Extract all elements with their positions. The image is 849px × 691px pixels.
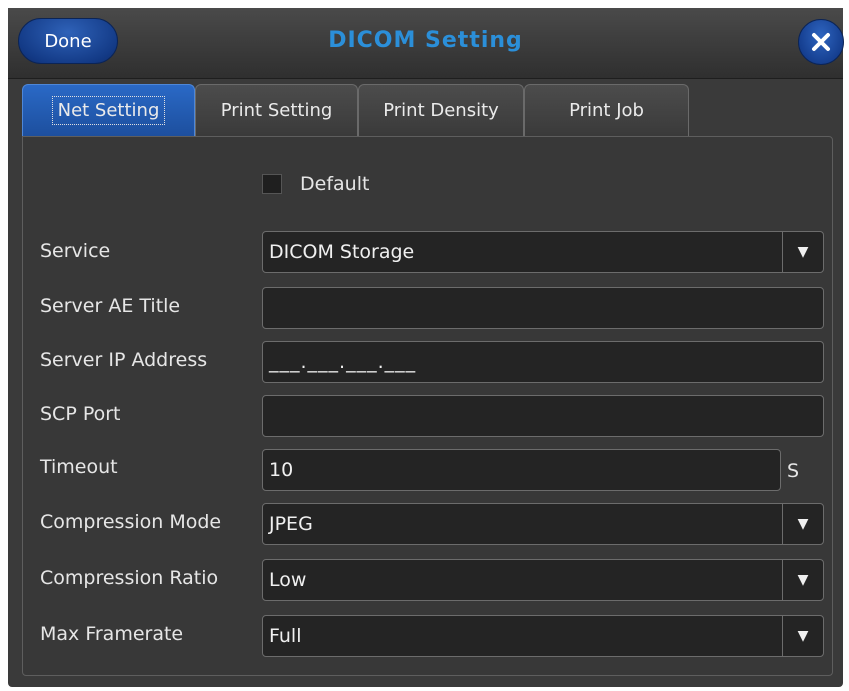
server-ip-input[interactable]: ___.___.___.___ (262, 341, 824, 383)
compression-mode-label: Compression Mode (40, 511, 222, 533)
service-select[interactable]: DICOM Storage ▼ (262, 231, 824, 273)
server-ip-label: Server IP Address (40, 349, 208, 371)
default-checkbox-row[interactable]: Default (262, 173, 369, 195)
chevron-down-icon[interactable]: ▼ (782, 504, 823, 544)
server-ae-title-label: Server AE Title (40, 295, 181, 317)
chevron-down-icon[interactable]: ▼ (782, 616, 823, 656)
close-icon (812, 33, 830, 51)
max-framerate-value: Full (269, 625, 302, 647)
scp-port-input[interactable] (262, 395, 824, 437)
compression-mode-select[interactable]: JPEG ▼ (262, 503, 824, 545)
default-checkbox[interactable] (262, 174, 282, 194)
max-framerate-select[interactable]: Full ▼ (262, 615, 824, 657)
tab-net-setting-label: Net Setting (51, 96, 166, 125)
chevron-down-icon[interactable]: ▼ (782, 560, 823, 600)
tab-print-density[interactable]: Print Density (358, 84, 524, 136)
timeout-label: Timeout (40, 456, 118, 478)
compression-ratio-select[interactable]: Low ▼ (262, 559, 824, 601)
tab-print-density-label: Print Density (383, 100, 499, 121)
compression-ratio-value: Low (269, 569, 307, 591)
compression-ratio-label: Compression Ratio (40, 567, 219, 589)
tab-net-setting[interactable]: Net Setting (22, 84, 195, 136)
timeout-input[interactable]: 10 (262, 449, 781, 491)
server-ae-title-input[interactable] (262, 287, 824, 329)
scp-port-label: SCP Port (40, 403, 121, 425)
max-framerate-label: Max Framerate (40, 623, 184, 645)
service-value: DICOM Storage (269, 241, 415, 263)
tab-print-setting-label: Print Setting (220, 100, 333, 121)
dialog-title: DICOM Setting (328, 28, 523, 53)
tab-print-job-label: Print Job (569, 100, 644, 121)
compression-mode-value: JPEG (269, 513, 313, 535)
timeout-unit: S (787, 460, 800, 482)
default-checkbox-label: Default (300, 173, 370, 195)
tab-print-job[interactable]: Print Job (524, 84, 689, 136)
title-bar: Done DICOM Setting (8, 8, 844, 79)
tab-print-setting[interactable]: Print Setting (195, 84, 358, 136)
service-label: Service (40, 240, 111, 262)
chevron-down-icon[interactable]: ▼ (782, 232, 823, 272)
close-button[interactable] (798, 19, 844, 65)
